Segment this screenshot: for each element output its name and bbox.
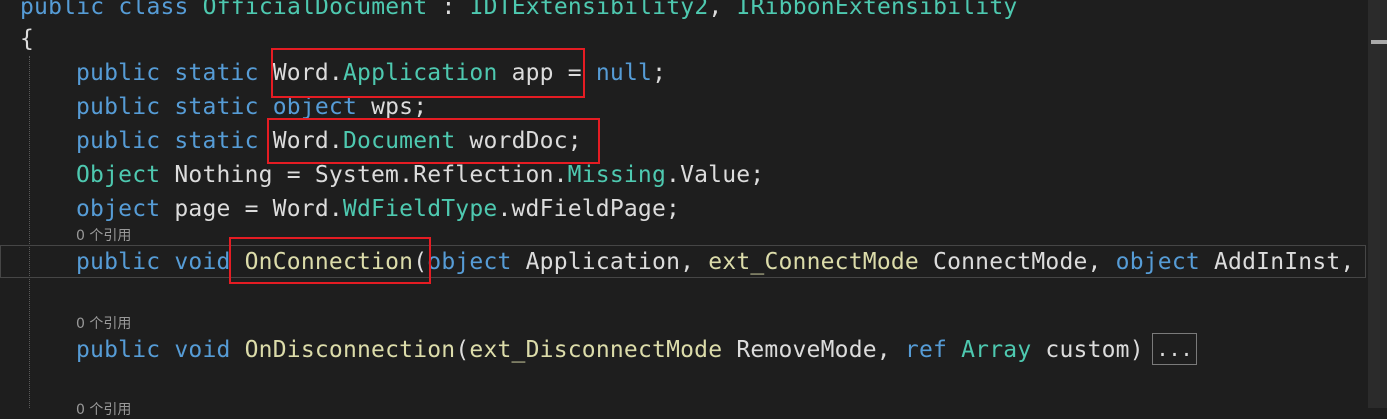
code-text: , bbox=[1087, 249, 1116, 275]
code-text: ; bbox=[652, 60, 667, 86]
code-text: , bbox=[876, 337, 905, 363]
keyword-public: public bbox=[20, 0, 105, 20]
keyword-static: static bbox=[174, 60, 259, 86]
param-custom: custom) bbox=[1031, 337, 1144, 363]
code-text: Nothing = System.Reflection. bbox=[160, 162, 568, 188]
keyword-static: static bbox=[174, 128, 259, 154]
vertical-scrollbar[interactable] bbox=[1368, 0, 1387, 408]
highlight-box-onconnection bbox=[229, 237, 431, 284]
keyword-public: public bbox=[76, 128, 161, 154]
keyword-class: class bbox=[118, 0, 189, 20]
keyword-public: public bbox=[76, 249, 161, 275]
codelens-references[interactable]: 0 个引用 bbox=[76, 399, 131, 419]
indent-guide bbox=[29, 56, 30, 408]
code-text: , bbox=[680, 249, 709, 275]
type-missing: Missing bbox=[567, 162, 667, 188]
keyword-public: public bbox=[76, 94, 161, 120]
keyword-void: void bbox=[174, 337, 231, 363]
param-addininst: AddInInst, bbox=[1199, 249, 1355, 275]
code-line-open-brace: { bbox=[20, 26, 35, 52]
keyword-public: public bbox=[76, 337, 161, 363]
code-text: : bbox=[427, 0, 470, 20]
keyword-static: static bbox=[174, 94, 259, 120]
type-ext-disconnectmode: ext_DisconnectMode bbox=[469, 337, 723, 363]
code-text: , bbox=[708, 0, 737, 20]
keyword-object: object bbox=[427, 249, 512, 275]
code-editor[interactable]: public class OfficialDocument : IDTExten… bbox=[0, 0, 1368, 418]
scrollbar-thumb[interactable] bbox=[1371, 40, 1387, 44]
method-ondisconnection: OnDisconnection bbox=[244, 337, 456, 363]
keyword-object: object bbox=[76, 196, 161, 222]
keyword-null: null bbox=[595, 60, 653, 86]
type-object: Object bbox=[76, 162, 161, 188]
keyword-object: object bbox=[1115, 249, 1200, 275]
type-ext-connectmode: ext_ConnectMode bbox=[708, 249, 919, 275]
keyword-void: void bbox=[174, 249, 231, 275]
type-array: Array bbox=[961, 337, 1032, 363]
keyword-public: public bbox=[76, 60, 161, 86]
code-text: page = Word. bbox=[160, 196, 343, 222]
code-text: .wdFieldPage; bbox=[497, 196, 681, 222]
collapsed-block-marker[interactable]: ... bbox=[1152, 333, 1197, 365]
code-line-page-field: object page = Word.WdFieldType.wdFieldPa… bbox=[76, 192, 680, 226]
class-name: OfficialDocument bbox=[202, 0, 428, 20]
param-removemode: RemoveMode bbox=[722, 337, 877, 363]
interface-name: IRibbonExtensibility bbox=[736, 0, 1018, 20]
param-application: Application bbox=[511, 249, 681, 275]
code-line-class-declaration: public class OfficialDocument : IDTExten… bbox=[20, 0, 1017, 24]
code-text: .Value; bbox=[666, 162, 765, 188]
param-connectmode: ConnectMode bbox=[918, 249, 1088, 275]
codelens-references[interactable]: 0 个引用 bbox=[76, 225, 131, 245]
type-wdfieldtype: WdFieldType bbox=[342, 196, 498, 222]
code-line-ondisconnection: public void OnDisconnection(ext_Disconne… bbox=[76, 333, 1144, 367]
codelens-references[interactable]: 0 个引用 bbox=[76, 313, 131, 333]
interface-name: IDTExtensibility2 bbox=[469, 0, 709, 20]
highlight-box-word-document bbox=[267, 118, 600, 164]
code-text: ( bbox=[455, 337, 470, 363]
highlight-box-word-application bbox=[271, 48, 585, 98]
keyword-ref: ref bbox=[904, 337, 948, 363]
